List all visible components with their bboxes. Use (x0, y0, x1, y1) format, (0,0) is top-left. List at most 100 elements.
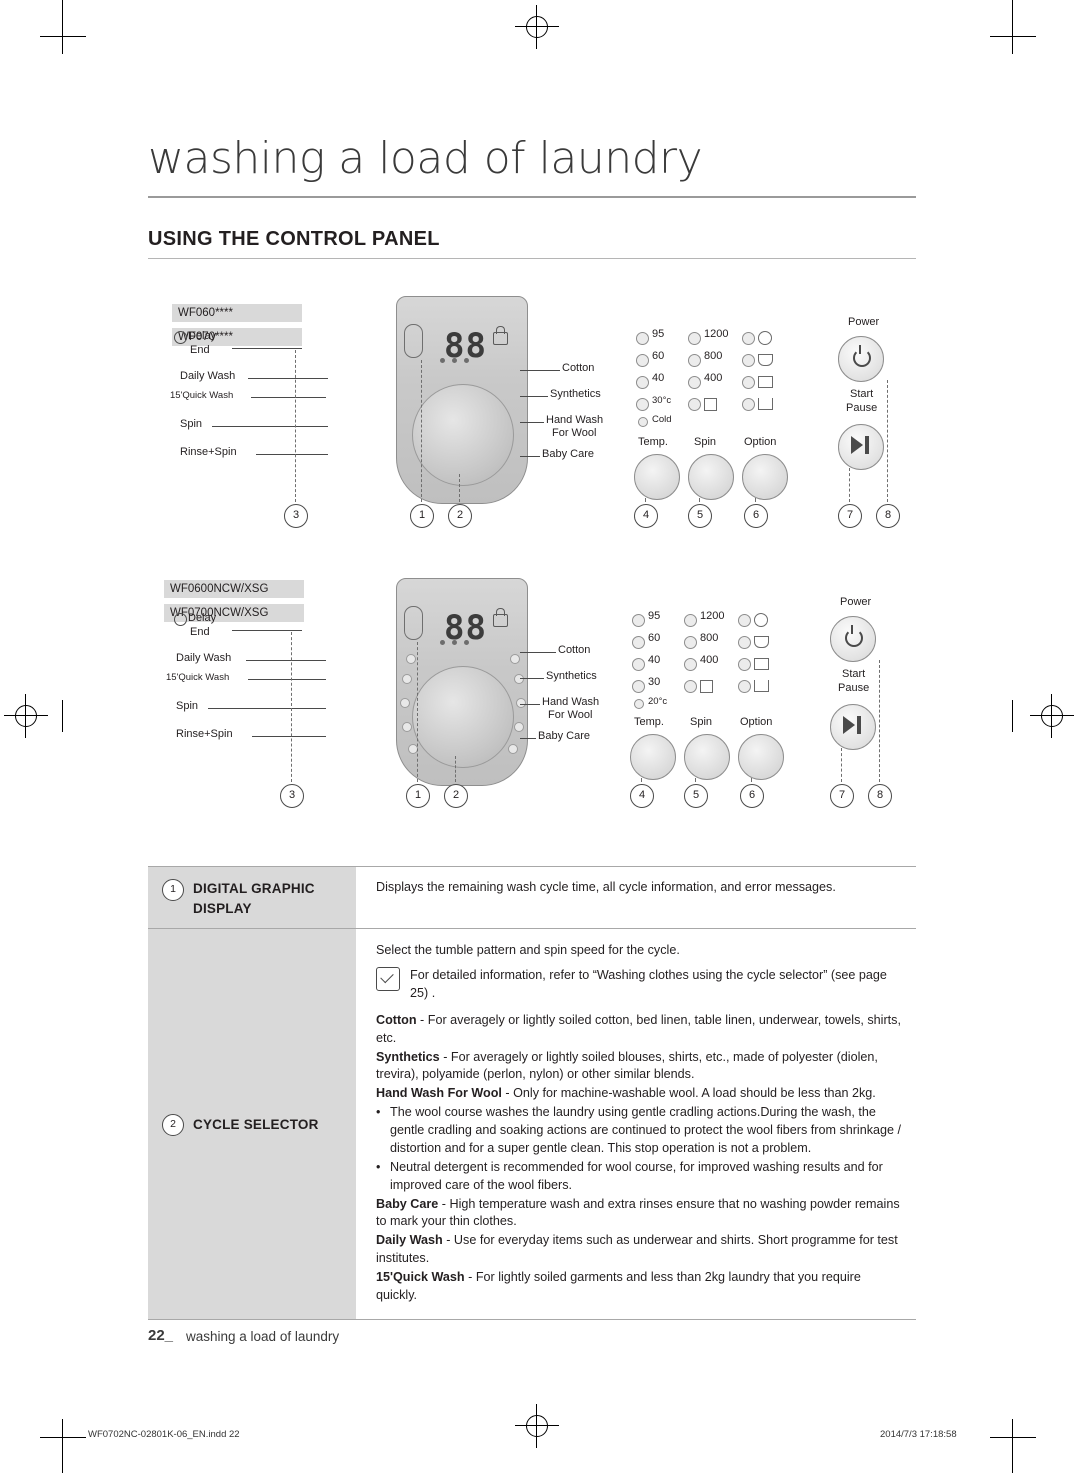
cycle-item-baby-care: Baby Care - High temperature wash and ex… (376, 1196, 904, 1232)
temp-led-20-bottom (634, 699, 644, 709)
cycle-desc-hand-wash-wool: - Only for machine-washable wool. A load… (501, 1086, 876, 1101)
temp-button-bottom[interactable] (630, 734, 676, 780)
option-led-2-top (742, 354, 755, 367)
label-spin-bottom: Spin (176, 700, 199, 712)
delay-clock-icon-top (174, 331, 187, 344)
model-tag-bottom-1: WF0600NCW/XSG (164, 580, 304, 598)
temp-value-60-top: 60 (652, 350, 665, 362)
spin-led-nospin-bottom (684, 680, 697, 693)
group-label-temp-top: Temp. (638, 436, 668, 448)
option-led-4-bottom (738, 680, 751, 693)
group-label-spin-top: Spin (694, 436, 717, 448)
control-panel-diagram-bottom: WF0600NCW/XSG WF0700NCW/XSG 88 Delay End… (148, 570, 916, 830)
dial-led-3-bottom (400, 698, 410, 708)
display-lock-shackle-top (496, 326, 505, 334)
callout-6-top: 6 (744, 504, 768, 528)
option-icon-2-bottom (754, 636, 769, 648)
spin-button-bottom[interactable] (684, 734, 730, 780)
label-daily-wash-bottom: Daily Wash (176, 652, 232, 664)
callout-line-5-top (699, 498, 700, 502)
label-synthetics-top: Synthetics (550, 388, 601, 400)
registration-mark-top (515, 5, 559, 49)
power-label-bottom: Power (840, 596, 872, 608)
dial-led-7-bottom (514, 674, 524, 684)
temp-value-30-top: 30°c (652, 395, 672, 406)
row-label-cell-display: 1 DIGITAL GRAPHIC DISPLAY (148, 867, 356, 929)
cycle-desc-daily-wash: - Use for everyday items such as underwe… (376, 1233, 898, 1266)
group-label-temp-bottom: Temp. (634, 716, 664, 728)
temp-button-top[interactable] (634, 454, 680, 500)
leader-hand-wash-top (520, 422, 544, 423)
spine-mark-right (1012, 700, 1013, 732)
row-text-cycle-selector: Select the tumble pattern and spin speed… (356, 929, 916, 1319)
leader-spin-bottom (208, 708, 326, 709)
temp-led-30-bottom (632, 680, 645, 693)
power-pill-bottom (404, 606, 423, 640)
manual-page: washing a load of laundry USING THE CONT… (0, 0, 1080, 1473)
leader-synthetics-bottom (520, 678, 544, 679)
control-panel-description-table: 1 DIGITAL GRAPHIC DISPLAY Displays the r… (148, 866, 916, 1320)
spin-value-400-bottom: 400 (700, 654, 719, 666)
label-for-wool-bottom: For Wool (548, 709, 593, 721)
spin-button-top[interactable] (688, 454, 734, 500)
callout-line-2-top (459, 474, 460, 502)
callout-3-bottom: 3 (280, 784, 304, 808)
option-led-4-top (742, 398, 755, 411)
temp-value-30-bottom: 30 (648, 676, 661, 688)
start-pause-bar-top (865, 436, 869, 454)
callout-4-bottom: 4 (630, 784, 654, 808)
callout-3-top: 3 (284, 504, 308, 528)
option-button-bottom[interactable] (738, 734, 784, 780)
spin-value-1200-bottom: 1200 (700, 610, 725, 622)
label-cotton-bottom: Cotton (558, 644, 591, 656)
callout-line-7-top (849, 468, 850, 502)
callout-5-top: 5 (688, 504, 712, 528)
dial-led-9-bottom (514, 722, 524, 732)
leader-quick-wash-bottom (248, 679, 326, 680)
pause-label-top: Pause (846, 402, 878, 414)
cycle-intro-text: Select the tumble pattern and spin speed… (376, 943, 680, 958)
option-icon-4-top (758, 398, 773, 410)
cycle-item-daily-wash: Daily Wash - Use for everyday items such… (376, 1232, 904, 1268)
label-cotton-top: Cotton (562, 362, 595, 374)
option-icon-1-bottom (754, 613, 768, 627)
registration-mark-left (4, 694, 48, 738)
label-hand-wash-top: Hand Wash (546, 414, 604, 426)
control-panel-diagram-top: WF060**** WF070**** 88 Delay End Daily W… (148, 288, 916, 548)
spin-value-800-bottom: 800 (700, 632, 719, 644)
spine-mark-left (62, 700, 63, 732)
cycle-bullet-2: • Neutral detergent is recommended for w… (376, 1159, 904, 1195)
callout-line-1-bottom (417, 642, 418, 782)
crop-mark-bottom-left-v (62, 1419, 63, 1473)
note-icon (376, 967, 400, 991)
option-led-1-top (742, 332, 755, 345)
leader-quick-wash-top (251, 397, 326, 398)
crop-mark-top-right-v (1012, 0, 1013, 54)
temp-led-95-top (636, 332, 649, 345)
panel-icon-c-top (464, 358, 469, 363)
cycle-bullet-1: • The wool course washes the laundry usi… (376, 1104, 904, 1158)
callout-line-2-bottom (455, 756, 456, 782)
group-label-option-bottom: Option (740, 716, 773, 728)
leader-baby-care-bottom (520, 738, 536, 739)
callout-line-5-bottom (695, 778, 696, 782)
cycle-item-quick-wash: 15'Quick Wash - For lightly soiled garme… (376, 1269, 904, 1305)
callout-line-8-top (887, 380, 888, 502)
callout-line-3-bottom (291, 632, 292, 782)
callout-1-top: 1 (410, 504, 434, 528)
leader-spin-top (212, 426, 328, 427)
panel-icon-c-bottom (464, 640, 469, 645)
spin-led-800-bottom (684, 636, 697, 649)
callout-line-8-bottom (879, 660, 880, 782)
callout-line-6-top (755, 498, 756, 502)
panel-icon-b-bottom (452, 640, 457, 645)
spin-led-1200-top (688, 332, 701, 345)
spin-led-800-top (688, 354, 701, 367)
option-button-top[interactable] (742, 454, 788, 500)
start-pause-icon-top (851, 436, 863, 454)
callout-7-bottom: 7 (830, 784, 854, 808)
leader-cotton-top (520, 370, 560, 371)
registration-mark-right (1030, 694, 1074, 738)
section-title: USING THE CONTROL PANEL (148, 228, 440, 250)
dial-led-8-bottom (516, 698, 526, 708)
